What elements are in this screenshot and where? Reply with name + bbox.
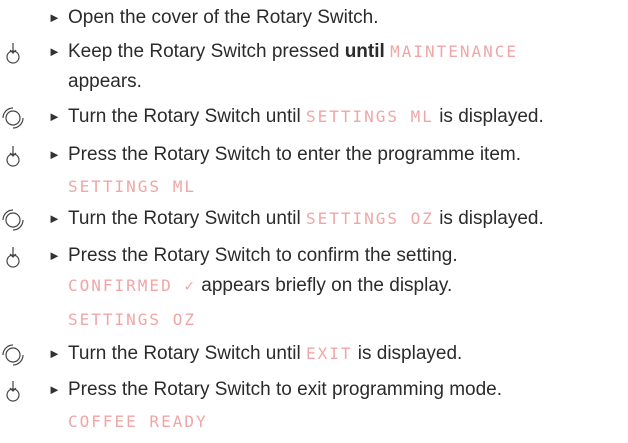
step-text: Open the cover of the Rotary Switch. (68, 7, 379, 28)
step-text-part: appears briefly on the display. (195, 275, 453, 296)
display-settings-ml: SETTINGS ML (305, 107, 434, 126)
bullet-arrow-icon: ► (48, 346, 61, 361)
display-maintenance: MAINTENANCE (390, 42, 519, 61)
display-confirmed: CONFIRMED ✓ (68, 276, 196, 295)
step-keep-pressed: ► Keep the Rotary Switch pressed until M… (0, 38, 628, 98)
step-text-part: Turn the Rotary Switch until (68, 208, 306, 229)
display-line-settings-ml: SETTINGS ML (68, 177, 196, 196)
display-line-coffee-ready: COFFEE READY (68, 412, 208, 431)
step-text: Keep the Rotary Switch pressed until MAI… (68, 40, 518, 64)
step-text: Turn the Rotary Switch until SETTINGS OZ… (68, 207, 544, 231)
step-text-part: is displayed. (433, 106, 544, 127)
step-text: Press the Rotary Switch to enter the pro… (68, 144, 522, 165)
step-text: Press the Rotary Switch to exit programm… (68, 379, 503, 400)
bullet-arrow-icon: ► (48, 248, 61, 263)
rotary-press-icon (6, 247, 20, 268)
step-text-part: Keep the Rotary Switch pressed (68, 41, 345, 62)
rotary-press-icon (6, 146, 20, 167)
display-exit: EXIT (305, 344, 353, 363)
step-text-continuation: appears. (68, 71, 142, 92)
bullet-arrow-icon: ► (48, 211, 61, 226)
step-text-part: is displayed. (433, 208, 544, 229)
step-exit-programming: ► Press the Rotary Switch to exit progra… (0, 376, 628, 440)
step-text-part: is displayed. (352, 343, 463, 364)
rotary-press-icon (6, 381, 20, 402)
rotary-turn-icon (2, 107, 24, 129)
step-turn-exit: ► Turn the Rotary Switch until EXIT is d… (0, 340, 628, 374)
step-enter-item: ► Press the Rotary Switch to enter the p… (0, 141, 628, 201)
display-settings-oz: SETTINGS OZ (305, 209, 434, 228)
step-text: Press the Rotary Switch to confirm the s… (68, 245, 458, 266)
bullet-arrow-icon: ► (48, 10, 61, 25)
rotary-press-icon (6, 43, 20, 64)
display-line-settings-oz: SETTINGS OZ (68, 310, 196, 329)
step-text-part: Turn the Rotary Switch until (68, 343, 306, 364)
bullet-arrow-icon: ► (48, 44, 61, 59)
bullet-arrow-icon: ► (48, 109, 61, 124)
emphasis-until: until (344, 41, 385, 62)
step-text: Turn the Rotary Switch until EXIT is dis… (68, 342, 462, 366)
step-confirm-setting: ► Press the Rotary Switch to confirm the… (0, 242, 628, 338)
rotary-turn-icon (2, 344, 24, 366)
bullet-arrow-icon: ► (48, 147, 61, 162)
rotary-turn-icon (2, 209, 24, 231)
step-turn-settings-oz: ► Turn the Rotary Switch until SETTINGS … (0, 205, 628, 239)
step-text-part: Turn the Rotary Switch until (68, 106, 306, 127)
step-text: Turn the Rotary Switch until SETTINGS ML… (68, 105, 544, 129)
step-turn-settings-ml: ► Turn the Rotary Switch until SETTINGS … (0, 103, 628, 137)
confirm-line: CONFIRMED ✓ appears briefly on the displ… (68, 274, 452, 298)
step-open-cover: ► Open the cover of the Rotary Switch. (0, 4, 628, 38)
bullet-arrow-icon: ► (48, 382, 61, 397)
